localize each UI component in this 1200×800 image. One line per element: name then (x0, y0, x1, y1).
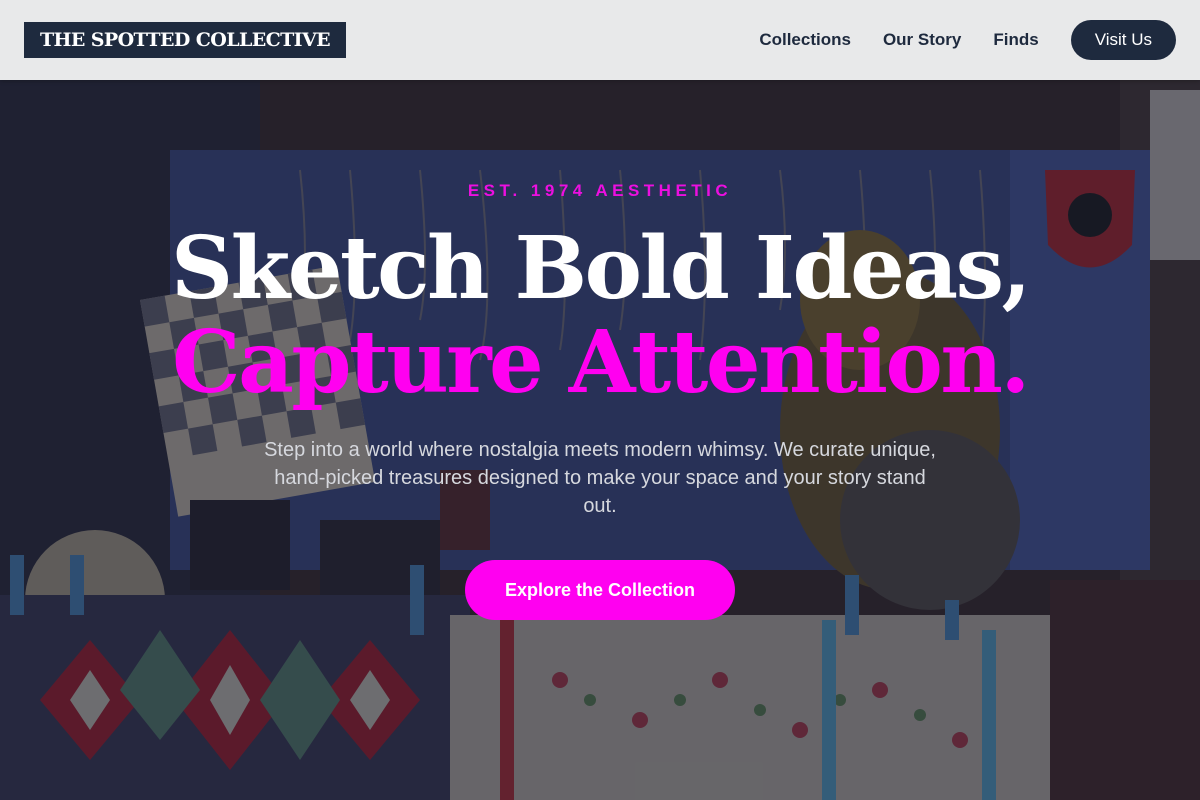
hero-section: EST. 1974 AESTHETIC Sketch Bold Ideas, C… (0, 0, 1200, 800)
site-logo[interactable]: THE SPOTTED COLLECTIVE (24, 22, 346, 58)
hero-eyebrow: EST. 1974 AESTHETIC (467, 181, 733, 200)
site-header: THE SPOTTED COLLECTIVE Collections Our S… (0, 0, 1200, 80)
main-nav: Collections Our Story Finds Visit Us (759, 20, 1176, 60)
nav-link-collections[interactable]: Collections (759, 30, 851, 50)
visit-us-button[interactable]: Visit Us (1070, 20, 1176, 60)
nav-link-finds[interactable]: Finds (993, 30, 1038, 50)
hero-headline: Sketch Bold Ideas, Capture Attention. (0, 222, 1200, 410)
nav-link-our-story[interactable]: Our Story (883, 30, 961, 50)
hero-subtext: Step into a world where nostalgia meets … (264, 439, 936, 517)
hero-headline-line1: Sketch Bold Ideas, (171, 218, 1031, 319)
hero-headline-line2: Capture Attention. (172, 312, 1030, 413)
explore-collection-button[interactable]: Explore the Collection (465, 560, 735, 620)
